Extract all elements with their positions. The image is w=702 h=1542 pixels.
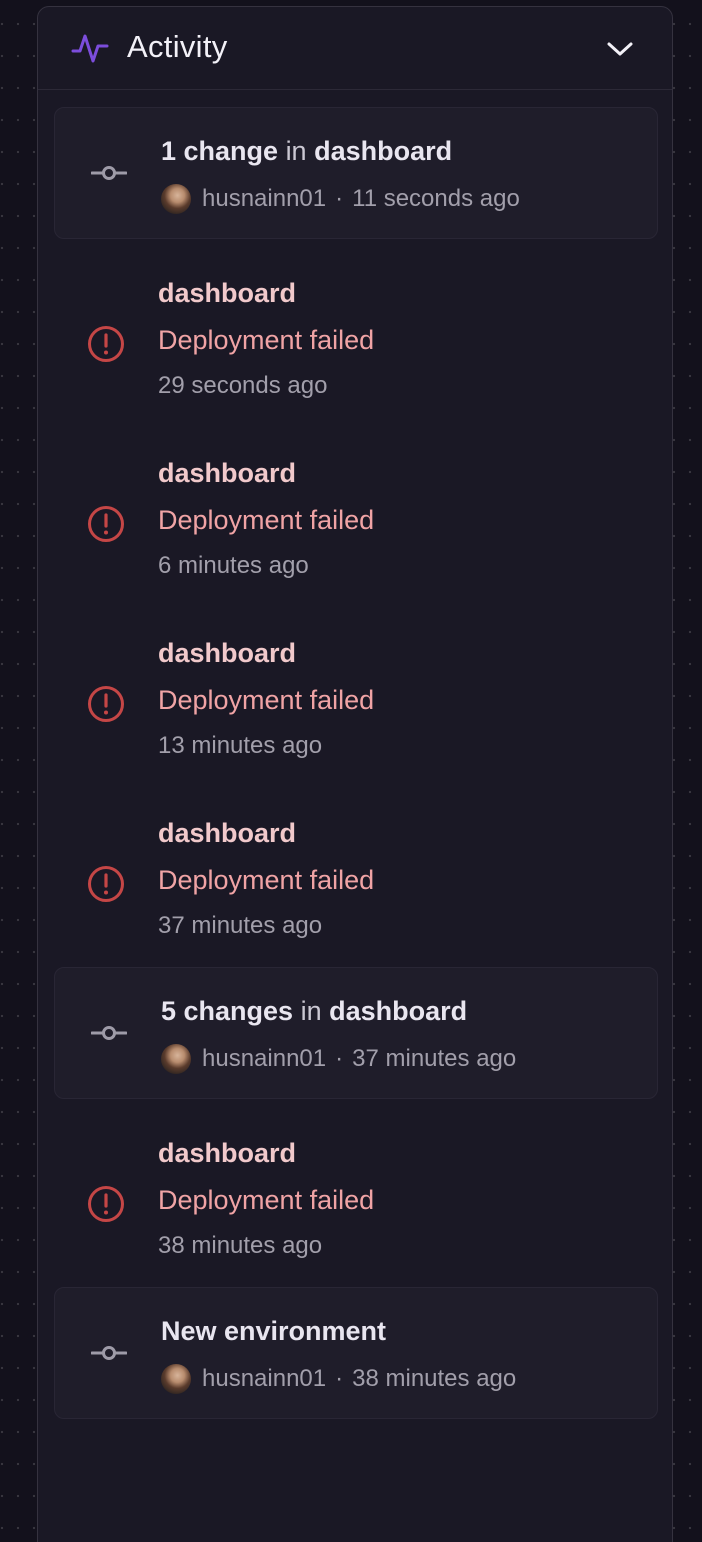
timestamp: 11 seconds ago	[352, 185, 520, 212]
activity-panel-header[interactable]: Activity	[38, 7, 672, 90]
service-name: dashboard	[158, 278, 297, 308]
change-meta: husnainn01 · 37 minutes ago	[161, 1043, 516, 1075]
deployment-status: Deployment failed	[158, 865, 375, 895]
timestamp: 37 minutes ago	[158, 912, 323, 939]
timestamp: 38 minutes ago	[158, 1232, 323, 1259]
avatar	[161, 1364, 191, 1394]
avatar	[161, 1044, 191, 1074]
deployment-status: Deployment failed	[158, 1185, 375, 1215]
alert-circle-icon	[88, 506, 124, 542]
alert-circle-icon	[88, 686, 124, 722]
meta-separator: ·	[335, 185, 344, 212]
service-name: dashboard	[158, 818, 297, 848]
change-count: 5 changes	[161, 996, 294, 1026]
feed-item-deployment-failed[interactable]: dashboard Deployment failed 6 minutes ag…	[54, 435, 658, 615]
deployment-status: Deployment failed	[158, 505, 375, 535]
service-name: dashboard	[158, 458, 297, 488]
commit-icon	[91, 1346, 127, 1360]
service-name: dashboard	[158, 1138, 297, 1168]
feed-item-changes[interactable]: 1 change in dashboard husnainn01 · 11 se…	[54, 107, 658, 239]
change-meta: husnainn01 · 11 seconds ago	[161, 183, 520, 215]
feed-item-deployment-failed[interactable]: dashboard Deployment failed 38 minutes a…	[54, 1115, 658, 1295]
activity-panel: Activity 1 change in dashboard husnainn0…	[37, 6, 673, 1542]
alert-circle-icon	[88, 866, 124, 902]
chevron-down-icon	[607, 42, 633, 56]
deployment-status: Deployment failed	[158, 685, 375, 715]
feed-item-changes[interactable]: 5 changes in dashboard husnainn01 · 37 m…	[54, 967, 658, 1099]
username[interactable]: husnainn01	[202, 1365, 326, 1393]
change-connector: in	[300, 996, 322, 1026]
commit-icon	[91, 166, 127, 180]
service-name[interactable]: dashboard	[314, 136, 452, 166]
change-count: 1 change	[161, 136, 279, 166]
timestamp: 38 minutes ago	[352, 1365, 517, 1392]
username[interactable]: husnainn01	[202, 185, 326, 213]
environment-meta: husnainn01 · 38 minutes ago	[161, 1363, 516, 1395]
feed-item-new-environment[interactable]: New environment husnainn01 · 38 minutes …	[54, 1287, 658, 1419]
avatar	[161, 184, 191, 214]
activity-pulse-icon	[71, 34, 109, 63]
commit-icon	[91, 1026, 127, 1040]
alert-circle-icon	[88, 326, 124, 362]
meta-separator: ·	[335, 1045, 344, 1072]
timestamp: 13 minutes ago	[158, 732, 323, 759]
change-heading: 5 changes in dashboard	[161, 994, 467, 1028]
service-name: dashboard	[158, 638, 297, 668]
change-connector: in	[285, 136, 307, 166]
environment-title: New environment	[161, 1316, 387, 1346]
username[interactable]: husnainn01	[202, 1045, 326, 1073]
meta-separator: ·	[335, 1365, 344, 1392]
change-heading: 1 change in dashboard	[161, 134, 452, 168]
panel-title: Activity	[127, 29, 228, 64]
deployment-status: Deployment failed	[158, 325, 375, 355]
service-name[interactable]: dashboard	[329, 996, 467, 1026]
collapse-button[interactable]	[602, 31, 638, 67]
timestamp: 37 minutes ago	[352, 1045, 517, 1072]
timestamp: 6 minutes ago	[158, 552, 309, 579]
feed-item-deployment-failed[interactable]: dashboard Deployment failed 29 seconds a…	[54, 255, 658, 435]
feed-item-deployment-failed[interactable]: dashboard Deployment failed 13 minutes a…	[54, 615, 658, 795]
environment-heading: New environment	[161, 1314, 386, 1348]
alert-circle-icon	[88, 1186, 124, 1222]
feed-item-deployment-failed[interactable]: dashboard Deployment failed 37 minutes a…	[54, 795, 658, 975]
timestamp: 29 seconds ago	[158, 372, 328, 399]
